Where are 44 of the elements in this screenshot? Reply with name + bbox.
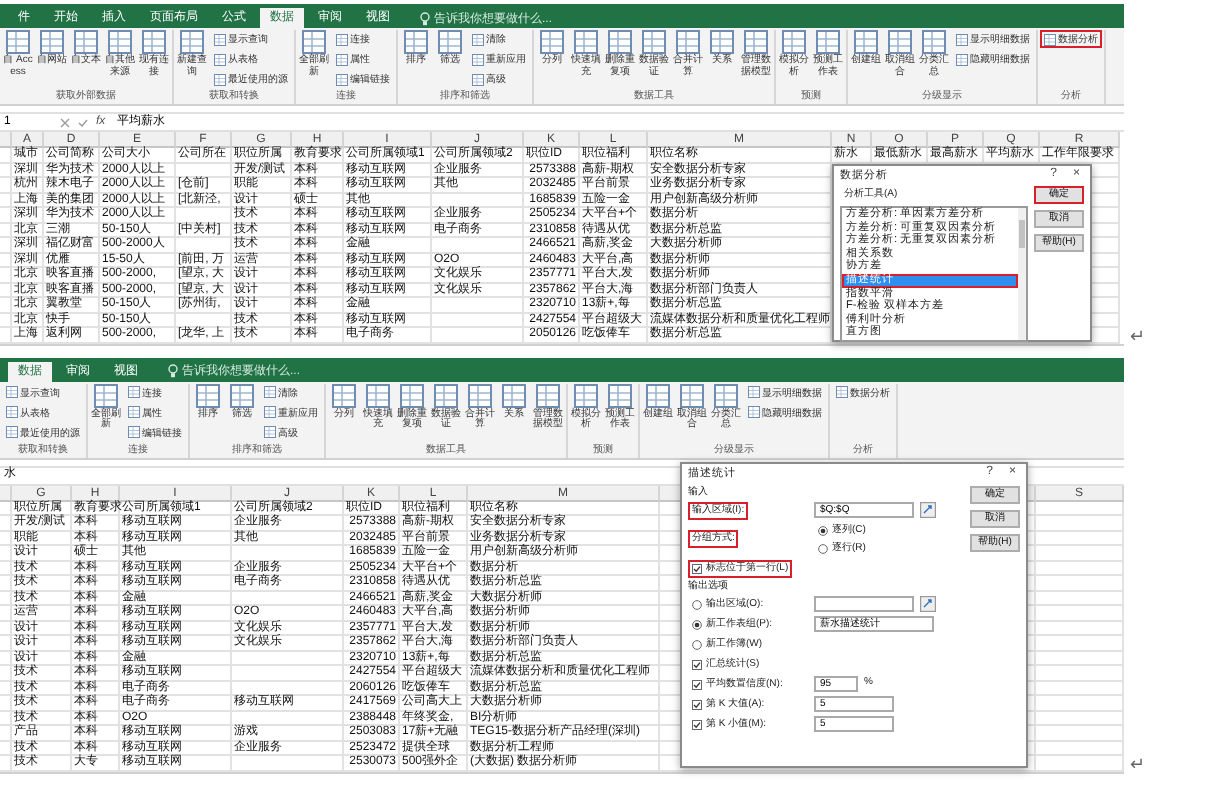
empty-cell	[432, 193, 524, 208]
sheet-icon	[956, 33, 968, 45]
sheet-icon	[214, 33, 226, 45]
sheet-icon	[472, 53, 484, 65]
sheet-icon	[264, 406, 276, 418]
scrollbar	[1018, 208, 1026, 340]
sheet-icon	[336, 73, 348, 85]
sheet-icon	[214, 53, 226, 65]
sheet-icon	[264, 386, 276, 398]
empty-cell	[232, 546, 344, 561]
lightbulb-icon	[420, 11, 430, 25]
range-field[interactable]	[814, 596, 914, 612]
empty-cell	[176, 238, 232, 253]
paragraph-mark: ↵	[1130, 325, 1146, 345]
sheet-icon	[836, 386, 848, 398]
sheet-icon	[214, 73, 226, 85]
empty-cell	[176, 163, 232, 178]
sheet-icon	[128, 386, 140, 398]
empty-cell	[432, 238, 524, 253]
sheet-icon	[128, 406, 140, 418]
sheet-icon	[336, 33, 348, 45]
sheet-icon	[1044, 33, 1056, 45]
lightbulb-icon	[168, 364, 178, 378]
sheet-icon	[956, 53, 968, 65]
empty-cell	[232, 756, 344, 771]
sheet-icon	[6, 386, 18, 398]
check-icon[interactable]	[78, 117, 88, 127]
sheet-icon	[264, 426, 276, 438]
sheet-icon	[748, 386, 760, 398]
range-picker-icon[interactable]	[920, 596, 936, 612]
cancel-icon[interactable]	[60, 117, 70, 127]
empty-cell	[232, 591, 344, 606]
sheet-icon	[6, 406, 18, 418]
sheet-icon	[748, 406, 760, 418]
empty-cell	[232, 711, 344, 726]
sheet-icon	[472, 33, 484, 45]
paragraph-mark: ↵	[1130, 753, 1146, 773]
range-picker-icon[interactable]	[920, 502, 936, 518]
sheet-icon	[336, 53, 348, 65]
empty-cell	[176, 208, 232, 223]
sheet-icon	[6, 426, 18, 438]
sheet-icon	[128, 426, 140, 438]
empty-cell	[176, 313, 232, 328]
sheet-icon	[472, 73, 484, 85]
